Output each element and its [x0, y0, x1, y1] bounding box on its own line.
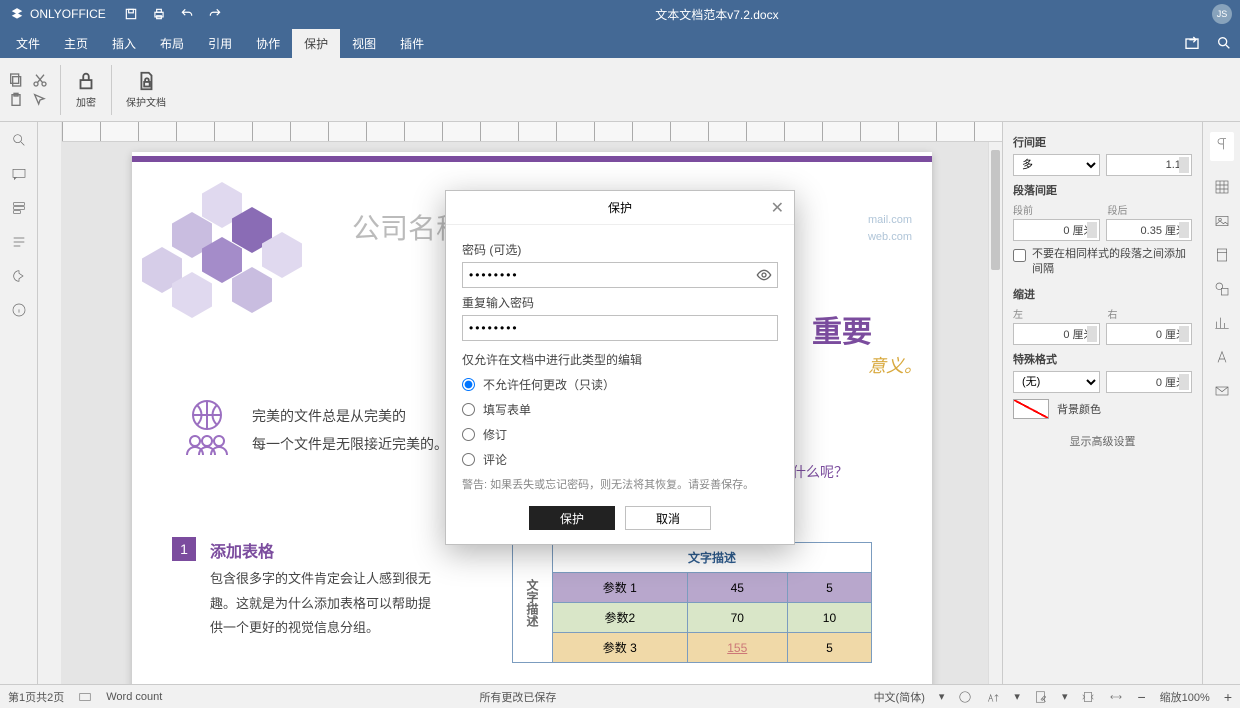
password-repeat-input[interactable] — [462, 315, 778, 341]
protect-button[interactable]: 保护 — [529, 506, 615, 530]
radio-readonly[interactable]: 不允许任何更改（只读） — [462, 376, 778, 393]
cancel-button[interactable]: 取消 — [625, 506, 711, 530]
password-warning: 警告: 如果丢失或忘记密码，则无法将其恢复。请妥善保存。 — [462, 476, 778, 492]
eye-icon[interactable] — [756, 267, 772, 286]
protect-dialog: 保护 ✕ 密码 (可选) 重复输入密码 仅允许在文档中进行此类型的编辑 不允许任… — [445, 190, 795, 545]
radio-comments[interactable]: 评论 — [462, 451, 778, 468]
allow-edit-label: 仅允许在文档中进行此类型的编辑 — [462, 351, 778, 368]
dialog-title: 保护 — [608, 199, 632, 216]
password-label: 密码 (可选) — [462, 241, 778, 258]
password-repeat-label: 重复输入密码 — [462, 294, 778, 311]
radio-forms[interactable]: 填写表单 — [462, 401, 778, 418]
modal-backdrop: 保护 ✕ 密码 (可选) 重复输入密码 仅允许在文档中进行此类型的编辑 不允许任… — [0, 0, 1240, 708]
close-icon[interactable]: ✕ — [771, 198, 784, 218]
password-input[interactable] — [462, 262, 778, 288]
radio-track[interactable]: 修订 — [462, 426, 778, 443]
